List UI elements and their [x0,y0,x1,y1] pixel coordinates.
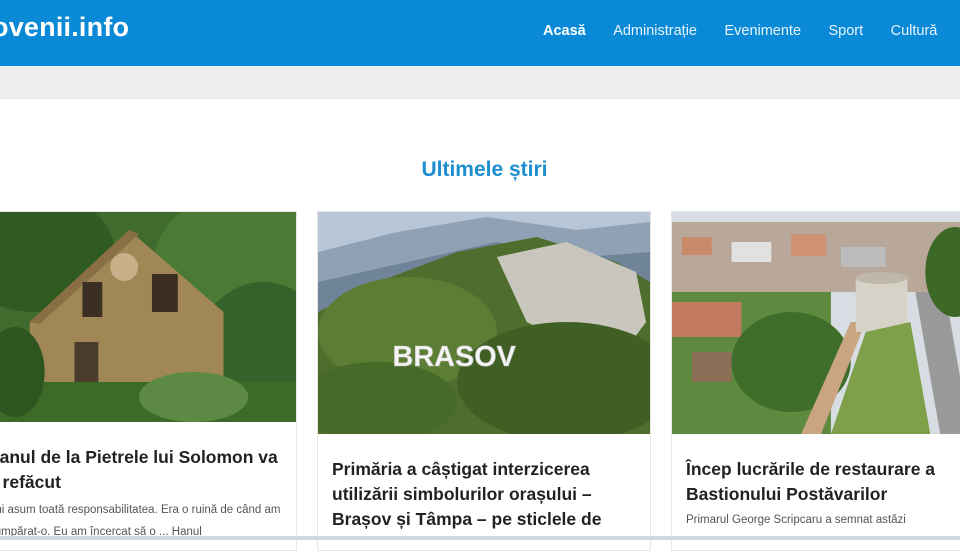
article-image-brasov-sign[interactable]: BRASOV [318,212,650,434]
nav-item-acasa[interactable]: Acasă [543,20,586,42]
article-card[interactable]: BRASOV Primăria a câștigat interzicerea … [317,211,651,551]
nav-item-sport[interactable]: Sport [828,20,863,42]
site-logo[interactable]: ovenii.info [0,12,129,43]
nav-item-evenimente[interactable]: Evenimente [724,20,801,42]
brasov-sign-text: BRASOV [393,341,517,373]
article-image-bastion[interactable] [672,212,960,434]
article-card[interactable]: Hanul de la Pietrele lui Solomon va fi r… [0,211,297,551]
viewport-bottom-edge [0,536,960,540]
article-title[interactable]: Încep lucrările de restaurare a Bastionu… [686,457,956,507]
article-card[interactable]: Încep lucrările de restaurare a Bastionu… [671,211,960,551]
nav-item-administratie[interactable]: Administrație [613,20,697,42]
main-nav: Acasă Administrație Evenimente Sport Cul… [543,20,960,42]
article-title[interactable]: Primăria a câștigat interzicerea utiliză… [332,457,636,532]
article-image-ruin[interactable] [0,212,296,422]
site-header: ovenii.info Acasă Administrație Evenimen… [0,0,960,66]
section-title: Ultimele știri [421,158,548,181]
nav-item-cultura[interactable]: Cultură [891,20,938,42]
article-title[interactable]: Hanul de la Pietrele lui Solomon va fi r… [0,445,282,495]
subheader-strip [0,66,960,99]
article-excerpt: Primarul George Scripcaru a semnat astăz… [686,514,906,526]
